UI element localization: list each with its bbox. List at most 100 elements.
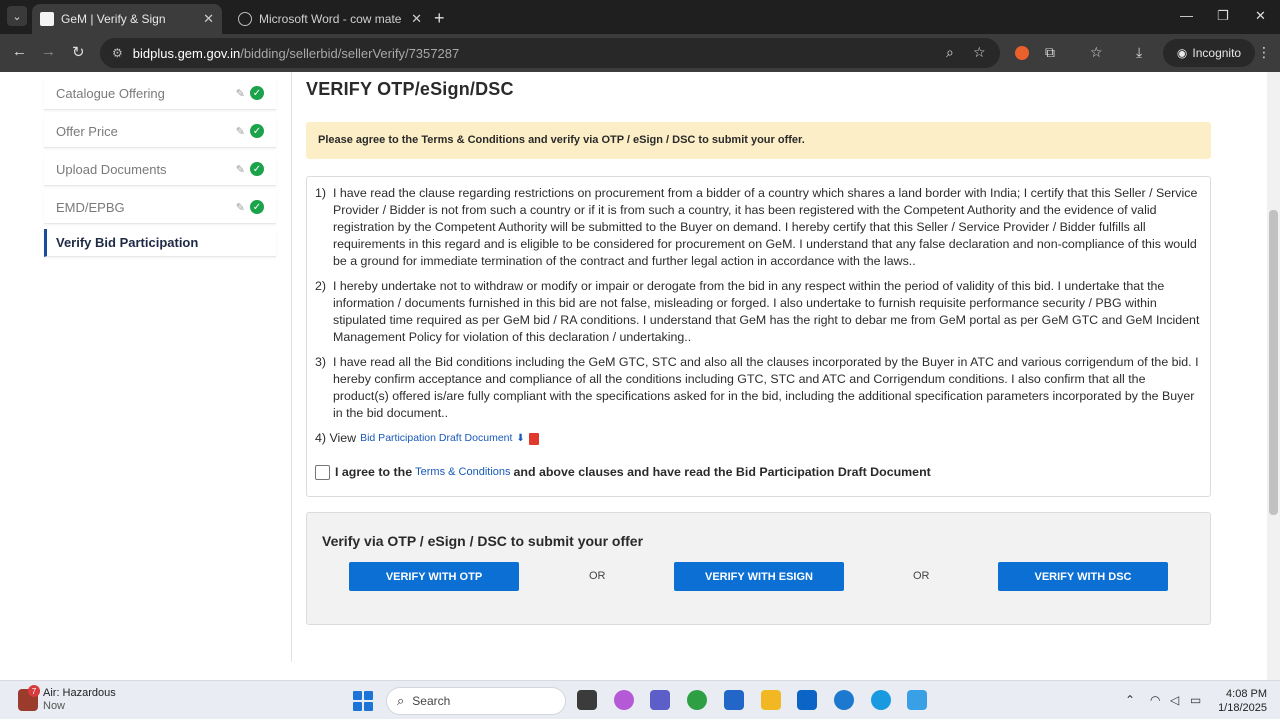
bookmark-star-icon[interactable]: ☆ [973, 44, 986, 61]
system-clock[interactable]: 4:08 PM 1/18/2025 [1212, 687, 1267, 715]
url-host: bidplus.gem.gov.in [132, 45, 241, 61]
agree-suffix: and above clauses and have read the Bid … [513, 465, 931, 479]
clause-number: 2) [315, 279, 327, 293]
chrome-icon[interactable] [687, 690, 707, 710]
check-circle-icon: ✓ [250, 86, 264, 100]
sidebar-item-offer-price[interactable]: Offer Price ✎ ✓ [44, 116, 276, 148]
tab-title: Microsoft Word - cow mate bid [259, 12, 406, 26]
pencil-icon[interactable]: ✎ [236, 163, 245, 176]
clause-item: 3) I have read all the Bid conditions in… [315, 354, 1200, 422]
reload-icon[interactable]: ↻ [72, 43, 85, 61]
verify-esign-button[interactable]: VERIFY WITH ESIGN [674, 562, 844, 591]
clause-number: 1) [315, 186, 327, 200]
sidebar-item-label: EMD/EPBG [56, 200, 125, 215]
taskbar-search[interactable]: ⌕ Search [386, 687, 566, 715]
weather-subtitle: Now [43, 700, 66, 712]
battery-icon[interactable]: ▭ [1190, 693, 1201, 707]
pencil-icon[interactable]: ✎ [236, 201, 245, 214]
globe-icon [238, 12, 252, 26]
content-divider [291, 72, 292, 662]
teams-icon[interactable] [650, 690, 670, 710]
verify-panel: Verify via OTP / eSign / DSC to submit y… [306, 512, 1211, 625]
edge-icon[interactable] [871, 690, 891, 710]
outlook-icon[interactable] [797, 690, 817, 710]
incognito-label: Incognito [1192, 46, 1242, 60]
extensions-puzzle-icon[interactable]: ⧉ [1045, 44, 1055, 61]
file-explorer-icon[interactable] [761, 690, 781, 710]
tab-search-icon[interactable]: ⌄ [7, 6, 27, 26]
pdf-icon[interactable] [528, 432, 539, 445]
clause-number: 3) [315, 355, 327, 369]
copilot-icon[interactable] [614, 690, 634, 710]
app-icon[interactable] [907, 690, 927, 710]
notice-banner: Please agree to the Terms & Conditions a… [306, 122, 1211, 159]
gem-favicon-icon [40, 12, 54, 26]
sidebar-item-label: Verify Bid Participation [56, 235, 199, 250]
url-path: /bidding/sellerbid/sellerVerify/7357287 [240, 45, 460, 61]
volume-icon[interactable]: ◁ [1170, 693, 1179, 707]
store-icon[interactable] [724, 690, 744, 710]
pencil-icon[interactable]: ✎ [236, 125, 245, 138]
sidebar-item-upload-documents[interactable]: Upload Documents ✎ ✓ [44, 154, 276, 186]
check-circle-icon: ✓ [250, 200, 264, 214]
step-actions: ✎ ✓ [236, 124, 264, 138]
sidebar-item-emd-epbg[interactable]: EMD/EPBG ✎ ✓ [44, 192, 276, 224]
maximize-icon[interactable]: ❐ [1217, 8, 1229, 24]
agree-prefix: I agree to the [335, 465, 413, 479]
windows-start-icon[interactable] [353, 691, 373, 711]
agree-row: I agree to the Terms & Conditions and ab… [315, 464, 931, 481]
wifi-icon[interactable]: ◠ [1150, 693, 1160, 707]
address-bar[interactable]: ⚙ bidplus.gem.gov.in/bidding/sellerbid/s… [100, 38, 1000, 68]
minimize-icon[interactable]: — [1180, 8, 1193, 23]
weather-widget[interactable]: Air: Hazardous Now [43, 687, 116, 713]
verify-dsc-button[interactable]: VERIFY WITH DSC [998, 562, 1168, 591]
new-tab-icon[interactable]: + [434, 8, 445, 29]
verify-otp-button[interactable]: VERIFY WITH OTP [349, 562, 519, 591]
sidebar-item-catalogue-offering[interactable]: Catalogue Offering ✎ ✓ [44, 78, 276, 110]
or-separator: OR [913, 570, 930, 582]
zoom-icon[interactable]: ⌕ [946, 44, 954, 61]
bid-draft-document-link[interactable]: Bid Participation Draft Document [360, 430, 512, 447]
close-window-icon[interactable]: ✕ [1255, 8, 1266, 24]
sidebar-item-verify-bid-participation[interactable]: Verify Bid Participation [44, 229, 276, 257]
sidebar-item-label: Catalogue Offering [56, 86, 165, 101]
scrollbar-thumb[interactable] [1269, 210, 1278, 515]
windows-taskbar: 7 Air: Hazardous Now ⌕ Search ⌃ ◠ ◁ ▭ 4:… [0, 680, 1280, 719]
incognito-icon: ◉ [1176, 46, 1188, 60]
check-circle-icon: ✓ [250, 162, 264, 176]
incognito-badge[interactable]: ◉ Incognito [1163, 39, 1255, 67]
sidebar-item-label: Offer Price [56, 124, 118, 139]
terms-conditions-link[interactable]: Terms & Conditions [415, 464, 510, 481]
step-actions: ✎ ✓ [236, 162, 264, 176]
page-scrollbar[interactable] [1267, 72, 1280, 680]
clause-item: 1) I have read the clause regarding rest… [315, 185, 1200, 270]
close-tab-icon[interactable]: ✕ [411, 11, 422, 27]
tab-active[interactable]: GeM | Verify & Sign ✕ [32, 4, 222, 34]
forward-icon[interactable]: → [41, 43, 56, 60]
weather-badge: 7 [28, 685, 40, 697]
bookmarks-icon[interactable]: ☆ [1090, 44, 1103, 61]
app-icon[interactable] [834, 690, 854, 710]
or-separator: OR [589, 570, 606, 582]
weather-title: Air: Hazardous [43, 687, 116, 699]
search-icon: ⌕ [397, 693, 405, 708]
download-icon[interactable]: ⬇ [516, 430, 524, 447]
agree-checkbox[interactable] [315, 465, 330, 480]
chevron-up-icon[interactable]: ⌃ [1125, 693, 1135, 707]
close-tab-icon[interactable]: ✕ [203, 11, 214, 27]
browser-tab-bar: ⌄ GeM | Verify & Sign ✕ Microsoft Word -… [0, 0, 1280, 34]
search-placeholder: Search [412, 694, 451, 708]
extension-icon[interactable] [1015, 46, 1029, 60]
view-prefix: 4) View [315, 431, 357, 445]
verify-title: Verify via OTP / eSign / DSC to submit y… [322, 533, 644, 549]
pencil-icon[interactable]: ✎ [236, 87, 245, 100]
clause-text: I have read all the Bid conditions inclu… [333, 355, 1199, 420]
task-view-icon[interactable] [577, 690, 597, 710]
download-icon[interactable]: ⤓ [1136, 44, 1142, 61]
site-info-icon[interactable]: ⚙ [112, 46, 123, 60]
clause-text: I hereby undertake not to withdraw or mo… [333, 279, 1200, 344]
view-document-row: 4) View Bid Participation Draft Document… [315, 430, 1200, 447]
tab-inactive[interactable]: Microsoft Word - cow mate bid ✕ [230, 4, 430, 34]
back-icon[interactable]: ← [12, 43, 27, 60]
menu-kebab-icon[interactable]: ⋮ [1257, 44, 1271, 61]
